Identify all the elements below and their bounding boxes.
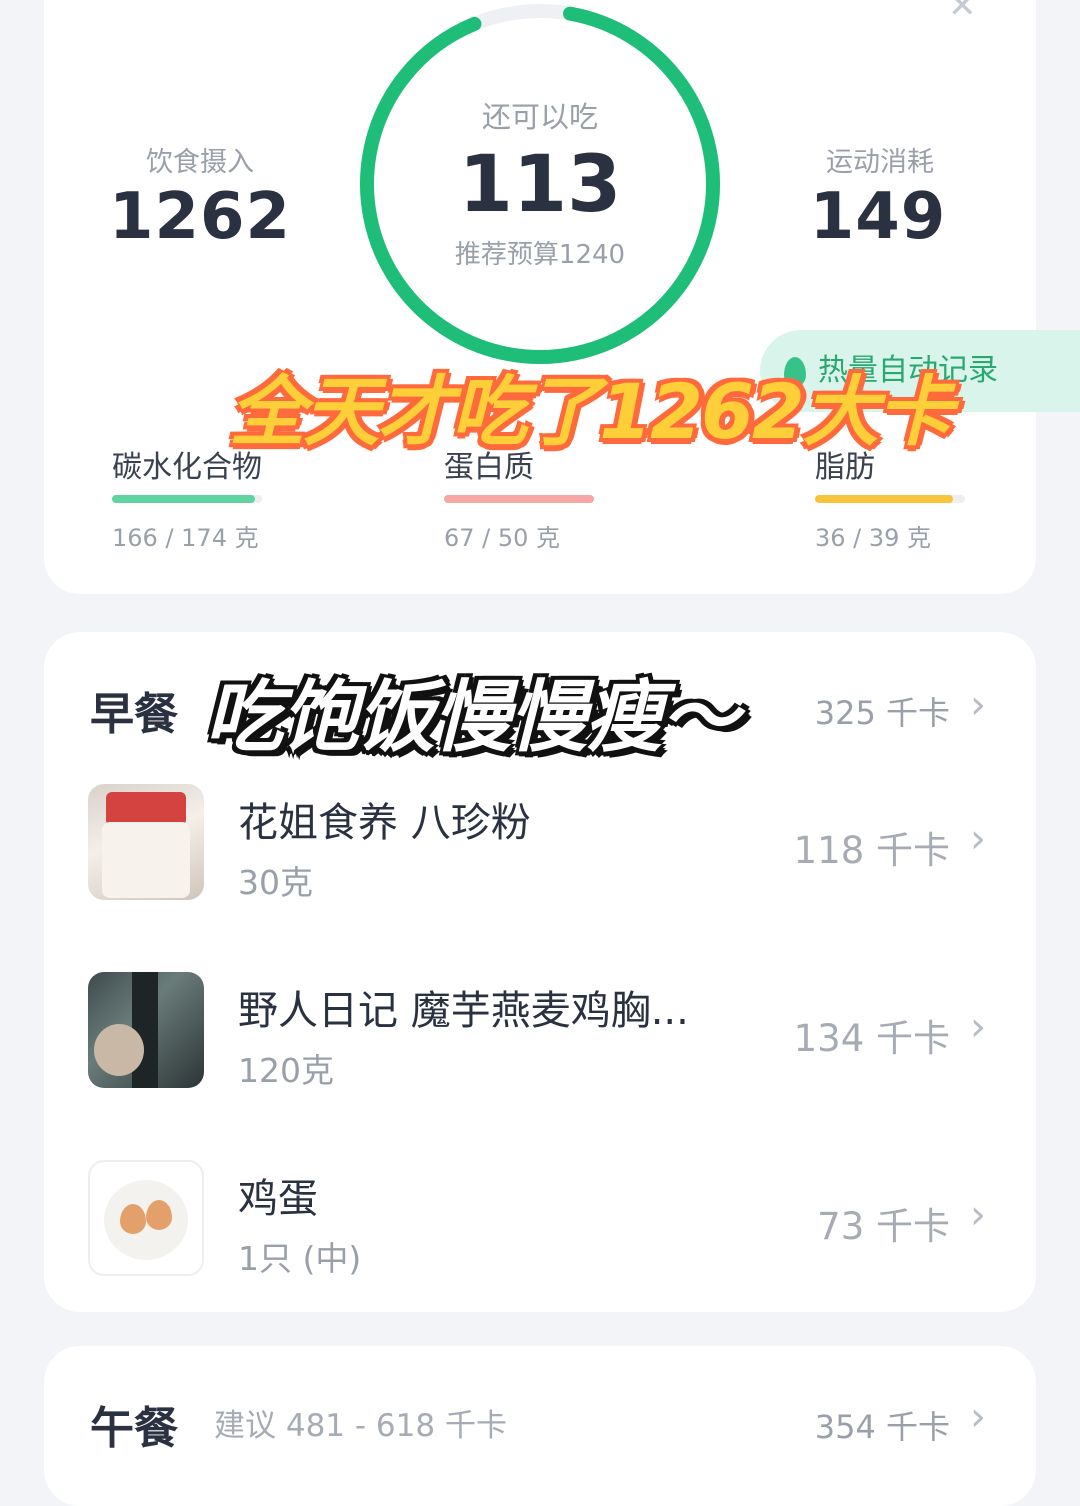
lunch-total: 354 千卡 [814, 1408, 950, 1446]
exercise-label: 运动消耗 [826, 147, 934, 178]
lunch-hint: 建议 481 - 618 千卡 [214, 1408, 507, 1444]
intake-value: 1262 [108, 180, 292, 254]
food-item-amount: 1只 (中) [238, 1239, 362, 1278]
jar-lid [106, 792, 186, 826]
chevron-right-icon[interactable]: › [970, 682, 986, 728]
food-thumbnail [88, 1160, 204, 1276]
overlay-headline: 全天才吃了1262大卡 [229, 367, 953, 456]
macro-protein-track [444, 495, 594, 503]
budget-text: 推荐预算1240 [454, 240, 626, 270]
macro-fat-amount: 36 / 39 克 [815, 524, 932, 552]
remaining-label: 还可以吃 [481, 100, 598, 134]
package-window [94, 1024, 144, 1076]
macro-fat-fill [815, 495, 953, 503]
chevron-right-icon[interactable]: › [970, 1004, 986, 1050]
macro-fat-track [815, 495, 965, 503]
macro-carbs-amount: 166 / 174 克 [112, 524, 259, 552]
close-icon[interactable]: ✕ [948, 0, 977, 26]
jar-body [102, 822, 190, 898]
intake-label: 饮食摄入 [146, 147, 254, 178]
overlay-caption: 吃饱饭慢慢瘦～ [205, 673, 739, 763]
macro-carbs-track [112, 495, 262, 503]
food-thumbnail [88, 972, 204, 1088]
remaining-value: 113 [458, 140, 622, 230]
food-thumbnail [88, 784, 204, 900]
exercise-value: 149 [809, 180, 947, 254]
chevron-right-icon[interactable]: › [970, 1394, 986, 1440]
food-item-name[interactable]: 鸡蛋 [238, 1166, 318, 1224]
egg-shape [146, 1200, 172, 1230]
food-item-name[interactable]: 花姐食养 八珍粉 [238, 790, 531, 848]
macro-protein-amount: 67 / 50 克 [444, 524, 561, 552]
breakfast-title: 早餐 [90, 689, 178, 740]
food-item-amount: 120克 [238, 1051, 334, 1090]
chevron-right-icon[interactable]: › [970, 1192, 986, 1238]
chevron-right-icon[interactable]: › [970, 816, 986, 862]
food-item-name[interactable]: 野人日记 魔芋燕麦鸡胸... [238, 978, 689, 1036]
food-item-kcal: 134 千卡 [793, 1017, 950, 1060]
egg-shape [120, 1204, 146, 1234]
macro-carbs-fill [112, 495, 255, 503]
macro-protein-fill [444, 495, 594, 503]
food-item-kcal: 118 千卡 [793, 829, 950, 872]
food-item-amount: 30克 [238, 863, 313, 902]
food-item-kcal: 73 千卡 [817, 1205, 950, 1248]
lunch-title: 午餐 [90, 1403, 178, 1454]
